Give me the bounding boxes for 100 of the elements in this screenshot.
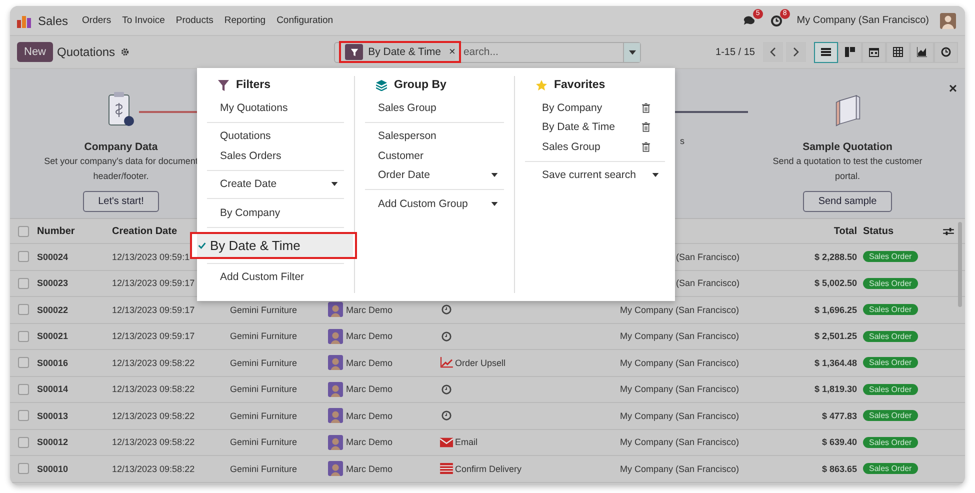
- step-button[interactable]: Let's start!: [83, 191, 159, 212]
- star-icon: [536, 80, 547, 90]
- table-cell-text: $ 639.40: [820, 437, 857, 448]
- clock-icon[interactable]: [440, 330, 453, 342]
- checkbox[interactable]: [18, 226, 29, 236]
- caret-icon: [652, 173, 659, 178]
- status-badge: Sales Order: [863, 251, 918, 262]
- remove-facet-button[interactable]: ×: [449, 46, 456, 58]
- section-title: Favorites: [554, 79, 606, 91]
- column-header[interactable]: Total: [780, 226, 857, 236]
- menu-option[interactable]: Sales Group: [525, 137, 606, 156]
- next-page-button[interactable]: [786, 42, 806, 62]
- menu-option[interactable]: Add Custom Filter: [207, 268, 344, 287]
- checkbox[interactable]: [18, 278, 29, 289]
- checkbox[interactable]: [18, 436, 29, 448]
- trash-icon[interactable]: [642, 142, 650, 152]
- menu-item[interactable]: Reporting: [224, 15, 266, 26]
- checkbox[interactable]: [18, 330, 29, 342]
- menu-option[interactable]: My Quotations: [207, 98, 344, 118]
- checkbox[interactable]: [18, 304, 29, 316]
- menu-option[interactable]: By Date & Time: [197, 234, 353, 256]
- clock-icon[interactable]: [440, 384, 453, 395]
- menu-option[interactable]: By Company: [207, 203, 344, 222]
- trend-chart-icon[interactable]: [440, 357, 453, 368]
- status-badge: Sales Order: [863, 278, 918, 289]
- close-button[interactable]: ×: [948, 80, 957, 96]
- table-cell: Gemini Furniture: [230, 304, 298, 315]
- pager-value[interactable]: 1-15 / 15: [716, 46, 755, 58]
- facet-label: By Date & Time: [368, 46, 442, 58]
- menu-option[interactable]: Customer: [365, 146, 504, 166]
- area-chart-icon: [917, 47, 927, 57]
- menu-item[interactable]: To Invoice: [122, 15, 165, 26]
- menu-option[interactable]: Sales Orders: [207, 146, 344, 166]
- app-name[interactable]: Sales: [38, 14, 68, 28]
- table-cell: Gemini Furniture: [230, 464, 298, 474]
- table-cell-text: $ 1,364.48: [813, 358, 857, 368]
- menu-option[interactable]: By Company: [525, 98, 608, 118]
- trash-icon[interactable]: [642, 102, 650, 113]
- search-placeholder: earch...: [463, 46, 498, 58]
- table-cell: My Company (San Francisco): [620, 358, 740, 368]
- search-options-toggle[interactable]: [623, 42, 640, 62]
- view-switch-button[interactable]: [814, 42, 838, 62]
- menu-option[interactable]: Order Date: [365, 166, 504, 185]
- checkbox[interactable]: [18, 384, 29, 395]
- table-cell-text: $ 863.65: [820, 464, 857, 474]
- search-field[interactable]: By Date & Time × earch...: [334, 42, 642, 62]
- view-switch-button[interactable]: [862, 42, 886, 62]
- view-switch-button[interactable]: [886, 42, 910, 62]
- avatar-icon: [328, 328, 343, 344]
- table-cell: Order Upsell: [455, 358, 506, 368]
- menu-option[interactable]: Salesperson: [365, 126, 504, 146]
- checkbox[interactable]: [18, 251, 29, 262]
- table-cell: Marc Demo: [346, 464, 393, 474]
- filter-facet[interactable]: By Date & Time ×: [345, 44, 456, 60]
- table-cell-text: $ 1,696.25: [813, 304, 857, 315]
- previous-page-button[interactable]: [763, 42, 783, 62]
- menu-item[interactable]: Orders: [82, 15, 112, 26]
- scrollbar[interactable]: [958, 222, 962, 307]
- menu-option[interactable]: Add Custom Group: [365, 194, 504, 214]
- step-button[interactable]: Send sample: [803, 191, 892, 212]
- user-avatar-icon[interactable]: [940, 12, 956, 28]
- view-switch-button[interactable]: [910, 42, 934, 62]
- chat-icon[interactable]: [742, 14, 756, 26]
- view-switch-button[interactable]: [934, 42, 958, 62]
- table-cell-text: S00012: [37, 437, 70, 448]
- checkbox[interactable]: [18, 357, 29, 368]
- menu-option[interactable]: By Date & Time: [525, 118, 621, 137]
- table-cell-text: S00023: [37, 278, 70, 288]
- clock-icon[interactable]: [770, 14, 783, 26]
- checkbox[interactable]: [18, 463, 29, 474]
- menu-option[interactable]: Create Date: [207, 174, 344, 194]
- column-header[interactable]: Number: [37, 226, 112, 236]
- table-cell-text: S00014: [37, 384, 70, 394]
- sliders-icon[interactable]: [943, 226, 954, 236]
- menu-option[interactable]: Save current search: [525, 166, 665, 185]
- clock-icon[interactable]: [440, 410, 453, 422]
- menu-item[interactable]: Products: [176, 15, 214, 26]
- menu-option[interactable]: Quotations: [207, 126, 344, 146]
- view-switch-button[interactable]: [838, 42, 862, 62]
- checkmark-icon: [198, 242, 206, 248]
- clock-icon[interactable]: [440, 304, 453, 316]
- menu-item[interactable]: Configuration: [276, 15, 334, 26]
- menu-option[interactable]: Sales Group: [365, 98, 504, 118]
- checkbox[interactable]: [18, 410, 29, 422]
- bar-chart-logo-icon[interactable]: [17, 14, 31, 28]
- calendar-icon: [869, 47, 879, 57]
- table-cell-text: $ 5,002.50: [813, 278, 857, 288]
- new-button[interactable]: New: [17, 42, 54, 62]
- company-switcher[interactable]: My Company (San Francisco): [796, 15, 929, 26]
- chevron-left-icon: [770, 47, 776, 57]
- document-list-icon[interactable]: [440, 463, 453, 474]
- settings-icon[interactable]: [120, 47, 130, 57]
- step-title: Sample Quotation: [802, 141, 892, 153]
- envelope-icon[interactable]: [440, 436, 453, 448]
- column-header[interactable]: Status: [857, 226, 943, 236]
- table-cell: Gemini Furniture: [230, 384, 298, 394]
- chevron-right-icon: [793, 47, 799, 57]
- trash-icon[interactable]: [642, 122, 650, 132]
- table-grid-icon: [893, 47, 903, 57]
- caret-icon: [331, 182, 338, 186]
